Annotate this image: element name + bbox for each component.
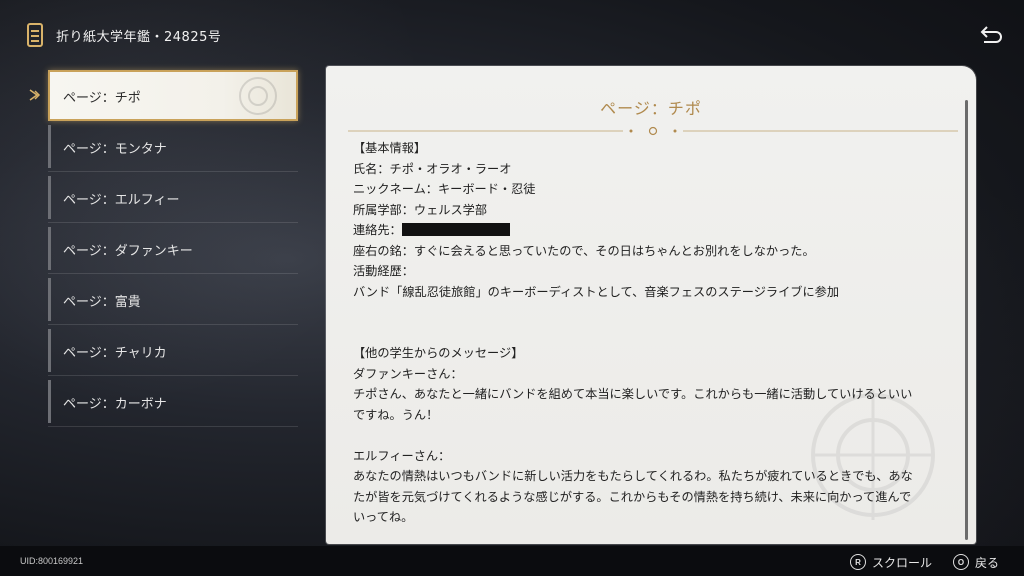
r-button-icon: R xyxy=(850,554,866,570)
text-line: 氏名：チポ・オラオ・ラーオ xyxy=(353,161,512,176)
footer: UID:800169921 R スクロール O 戻る xyxy=(0,546,1024,576)
text-line: 連絡先： xyxy=(353,223,402,237)
item-bar xyxy=(48,380,51,423)
title-divider xyxy=(348,126,958,136)
text-line: 座右の銘：すぐに会えると思っていたので、その日はちゃんとお別れをしなかった。 xyxy=(353,243,815,258)
page-item-fuki[interactable]: ページ：富貴 xyxy=(48,274,298,325)
text-line: ですね。うん！ xyxy=(353,407,439,422)
text-line: あなたの情熱はいつもバンドに新しい活力をもたらしてくれるわ。私たちが疲れていると… xyxy=(353,469,913,483)
page-title: 折り紙大学年鑑・24825号 xyxy=(56,30,222,45)
panel-title: ページ：チポ xyxy=(600,99,702,118)
page-item-dafunky[interactable]: ページ：ダファンキー xyxy=(48,223,298,274)
return-arrow-icon[interactable] xyxy=(978,22,1006,48)
page-item-label: ページ：カーボナ xyxy=(63,397,167,412)
scroll-label: スクロール xyxy=(872,555,933,570)
text-line: 活動経歴： xyxy=(353,264,414,278)
text-line: たが皆を元気づけてくれるような感じがする。これからもその情熱を持ち続け、未来に向… xyxy=(353,489,912,504)
scrollbar[interactable] xyxy=(965,100,968,540)
text-line: バンド「線乱忍徒旅館」のキーボーディストとして、音楽フェスのステージライブに参加 xyxy=(353,284,840,299)
book-icon xyxy=(27,23,43,47)
back-label: 戻る xyxy=(975,555,1000,570)
uid-label: UID:800169921 xyxy=(20,556,84,566)
redacted-block xyxy=(401,223,510,236)
text-line: いってね。 xyxy=(353,510,414,524)
text-line: ダファンキーさん： xyxy=(353,366,463,381)
item-bar xyxy=(48,227,51,270)
page-item-chipo[interactable]: ページ：チポ xyxy=(48,70,298,121)
page-item-label: ページ：チャリカ xyxy=(63,346,167,361)
page-item-label: ページ：チポ xyxy=(63,91,141,106)
item-bar xyxy=(48,125,51,168)
page-item-charika[interactable]: ページ：チャリカ xyxy=(48,325,298,376)
page-item-label: ページ：富貴 xyxy=(63,295,141,310)
page-list: ページ：チポ ページ：モンタナ ページ：エルフィー ページ：ダファンキー ページ… xyxy=(48,70,298,427)
emblem-icon xyxy=(239,77,277,115)
back-hint[interactable]: O 戻る xyxy=(953,553,999,571)
content-panel: ページ：チポ 【基本情報】 氏名：チポ・オラオ・ラーオ ニックネーム：キーボード… xyxy=(326,66,976,544)
page-item-label: ページ：モンタナ xyxy=(63,142,167,157)
text-line: 【基本情報】 xyxy=(353,141,427,155)
text-line: ニックネーム：キーボード・忍徒 xyxy=(353,182,536,196)
item-bar xyxy=(48,176,51,219)
profile-text: 【基本情報】 氏名：チポ・オラオ・ラーオ ニックネーム：キーボード・忍徒 所属学… xyxy=(353,138,953,528)
selector-arrow-icon xyxy=(29,89,41,101)
contact-line: 連絡先： xyxy=(353,220,953,241)
text-line: チポさん、あなたと一緒にバンドを組めて本当に楽しいです。これからも一緒に活動して… xyxy=(353,387,913,401)
text-line: エルフィーさん： xyxy=(353,448,451,463)
page-item-label: ページ：ダファンキー xyxy=(63,244,193,259)
page-item-elfie[interactable]: ページ：エルフィー xyxy=(48,172,298,223)
scroll-hint[interactable]: R スクロール xyxy=(850,553,932,571)
item-bar xyxy=(48,278,51,321)
text-line: 【他の学生からのメッセージ】 xyxy=(353,346,524,360)
item-bar xyxy=(48,329,51,372)
circle-button-icon: O xyxy=(953,554,969,570)
page-item-carbona[interactable]: ページ：カーボナ xyxy=(48,376,298,427)
header: 折り紙大学年鑑・24825号 xyxy=(0,0,1024,64)
page-item-label: ページ：エルフィー xyxy=(63,193,180,208)
page-item-montana[interactable]: ページ：モンタナ xyxy=(48,121,298,172)
text-line: 所属学部：ウェルス学部 xyxy=(353,202,488,217)
